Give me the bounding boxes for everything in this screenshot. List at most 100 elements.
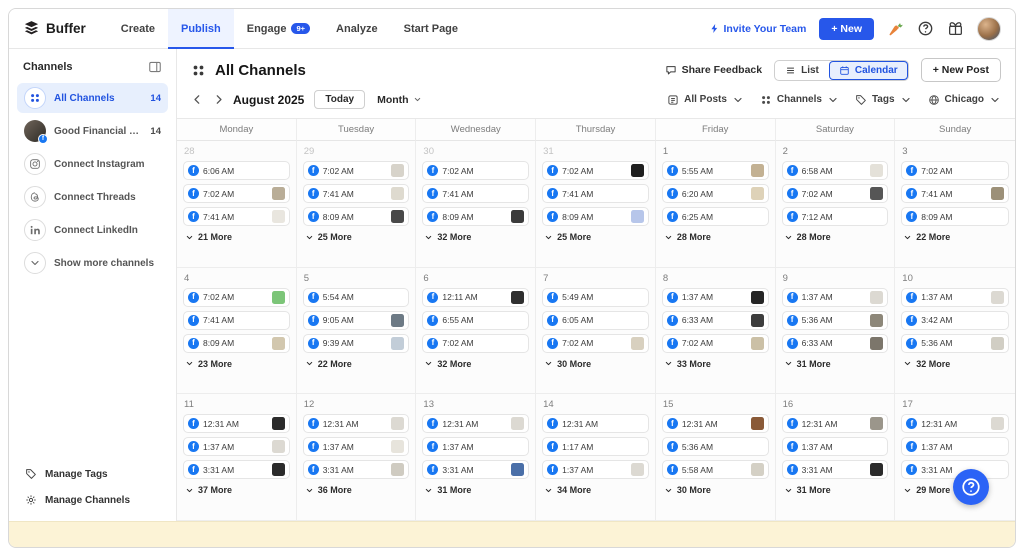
- post-item[interactable]: f7:12 AM: [782, 207, 889, 226]
- post-item[interactable]: f7:02 AM: [782, 184, 889, 203]
- sidebar-item-connect-instagram[interactable]: Connect Instagram: [17, 149, 168, 179]
- more-posts-link[interactable]: 32 More: [424, 359, 529, 369]
- post-item[interactable]: f7:02 AM: [422, 334, 529, 353]
- post-item[interactable]: f3:31 AM: [782, 460, 889, 479]
- post-item[interactable]: f1:37 AM: [901, 437, 1009, 456]
- day-cell[interactable]: 1f5:55 AMf6:20 AMf6:25 AM28 More: [656, 141, 776, 268]
- filter-channels[interactable]: Channels: [760, 94, 839, 106]
- more-posts-link[interactable]: 25 More: [305, 232, 410, 242]
- day-cell[interactable]: 31f7:02 AMf7:41 AMf8:09 AM25 More: [536, 141, 656, 268]
- filter-chicago[interactable]: Chicago: [928, 94, 1001, 106]
- post-item[interactable]: f12:31 AM: [662, 414, 769, 433]
- post-item[interactable]: f7:41 AM: [303, 184, 410, 203]
- gift-icon[interactable]: [947, 20, 964, 37]
- post-item[interactable]: f12:31 AM: [183, 414, 290, 433]
- more-posts-link[interactable]: 30 More: [544, 359, 649, 369]
- more-posts-link[interactable]: 32 More: [903, 359, 1009, 369]
- day-cell[interactable]: 7f5:49 AMf6:05 AMf7:02 AM30 More: [536, 268, 656, 395]
- nav-tab-analyze[interactable]: Analyze: [323, 9, 391, 48]
- post-item[interactable]: f8:09 AM: [542, 207, 649, 226]
- post-item[interactable]: f7:41 AM: [422, 184, 529, 203]
- post-item[interactable]: f12:11 AM: [422, 288, 529, 307]
- day-cell[interactable]: 10f1:37 AMf3:42 AMf5:36 AM32 More: [895, 268, 1015, 395]
- post-item[interactable]: f12:31 AM: [422, 414, 529, 433]
- post-item[interactable]: f5:36 AM: [901, 334, 1009, 353]
- invite-team-button[interactable]: Invite Your Team: [709, 23, 807, 35]
- more-posts-link[interactable]: 31 More: [784, 485, 889, 495]
- more-posts-link[interactable]: 28 More: [784, 232, 889, 242]
- day-cell[interactable]: 9f1:37 AMf5:36 AMf6:33 AM31 More: [776, 268, 896, 395]
- post-item[interactable]: f7:41 AM: [901, 184, 1009, 203]
- next-month-icon[interactable]: [212, 93, 225, 106]
- more-posts-link[interactable]: 23 More: [185, 359, 290, 369]
- day-cell[interactable]: 15f12:31 AMf5:36 AMf5:58 AM30 More: [656, 394, 776, 521]
- sidebar-item-show-more-channels[interactable]: Show more channels: [17, 248, 168, 278]
- share-feedback-button[interactable]: Share Feedback: [665, 64, 763, 76]
- more-posts-link[interactable]: 34 More: [544, 485, 649, 495]
- post-item[interactable]: f6:58 AM: [782, 161, 889, 180]
- new-button[interactable]: + New: [819, 18, 874, 40]
- post-item[interactable]: f7:02 AM: [901, 161, 1009, 180]
- today-button[interactable]: Today: [314, 90, 365, 109]
- post-item[interactable]: f6:33 AM: [662, 311, 769, 330]
- post-item[interactable]: f5:49 AM: [542, 288, 649, 307]
- post-item[interactable]: f12:31 AM: [901, 414, 1009, 433]
- post-item[interactable]: f1:37 AM: [662, 288, 769, 307]
- post-item[interactable]: f7:02 AM: [422, 161, 529, 180]
- post-item[interactable]: f12:31 AM: [542, 414, 649, 433]
- post-item[interactable]: f1:37 AM: [782, 437, 889, 456]
- more-posts-link[interactable]: 22 More: [903, 232, 1009, 242]
- more-posts-link[interactable]: 31 More: [424, 485, 529, 495]
- post-item[interactable]: f8:09 AM: [422, 207, 529, 226]
- post-item[interactable]: f1:37 AM: [901, 288, 1009, 307]
- more-posts-link[interactable]: 25 More: [544, 232, 649, 242]
- post-item[interactable]: f7:02 AM: [542, 334, 649, 353]
- sidebar-item-connect-linkedin[interactable]: Connect LinkedIn: [17, 215, 168, 245]
- day-cell[interactable]: 13f12:31 AMf1:37 AMf3:31 AM31 More: [416, 394, 536, 521]
- post-item[interactable]: f3:31 AM: [183, 460, 290, 479]
- day-cell[interactable]: 29f7:02 AMf7:41 AMf8:09 AM25 More: [297, 141, 417, 268]
- day-cell[interactable]: 4f7:02 AMf7:41 AMf8:09 AM23 More: [177, 268, 297, 395]
- post-item[interactable]: f6:06 AM: [183, 161, 290, 180]
- post-item[interactable]: f1:37 AM: [303, 437, 410, 456]
- post-item[interactable]: f12:31 AM: [782, 414, 889, 433]
- user-avatar[interactable]: [977, 17, 1001, 41]
- help-status-icon[interactable]: [917, 20, 934, 37]
- post-item[interactable]: f6:33 AM: [782, 334, 889, 353]
- nav-tab-publish[interactable]: Publish: [168, 9, 234, 48]
- day-cell[interactable]: 5f5:54 AMf9:05 AMf9:39 AM22 More: [297, 268, 417, 395]
- more-posts-link[interactable]: 32 More: [424, 232, 529, 242]
- post-item[interactable]: f8:09 AM: [303, 207, 410, 226]
- post-item[interactable]: f7:02 AM: [183, 288, 290, 307]
- post-item[interactable]: f5:36 AM: [782, 311, 889, 330]
- post-item[interactable]: f7:02 AM: [662, 334, 769, 353]
- filter-all-posts[interactable]: All Posts: [667, 94, 744, 106]
- post-item[interactable]: f7:02 AM: [303, 161, 410, 180]
- post-item[interactable]: f6:55 AM: [422, 311, 529, 330]
- day-cell[interactable]: 30f7:02 AMf7:41 AMf8:09 AM32 More: [416, 141, 536, 268]
- nav-tab-create[interactable]: Create: [108, 9, 168, 48]
- more-posts-link[interactable]: 36 More: [305, 485, 410, 495]
- more-posts-link[interactable]: 28 More: [664, 232, 769, 242]
- list-view-button[interactable]: List: [775, 61, 829, 80]
- post-item[interactable]: f1:37 AM: [183, 437, 290, 456]
- more-posts-link[interactable]: 33 More: [664, 359, 769, 369]
- sidebar-item-all-channels[interactable]: All Channels14: [17, 83, 168, 113]
- sidebar-item-good-financial-cents[interactable]: fGood Financial Cents14: [17, 116, 168, 146]
- nav-tab-start-page[interactable]: Start Page: [391, 9, 471, 48]
- more-posts-link[interactable]: 31 More: [784, 359, 889, 369]
- post-item[interactable]: f5:58 AM: [662, 460, 769, 479]
- post-item[interactable]: f1:17 AM: [542, 437, 649, 456]
- calendar-view-button[interactable]: Calendar: [829, 61, 908, 80]
- post-item[interactable]: f7:41 AM: [542, 184, 649, 203]
- day-cell[interactable]: 6f12:11 AMf6:55 AMf7:02 AM32 More: [416, 268, 536, 395]
- post-item[interactable]: f7:02 AM: [183, 184, 290, 203]
- post-item[interactable]: f7:41 AM: [183, 311, 290, 330]
- post-item[interactable]: f5:55 AM: [662, 161, 769, 180]
- post-item[interactable]: f7:41 AM: [183, 207, 290, 226]
- day-cell[interactable]: 2f6:58 AMf7:02 AMf7:12 AM28 More: [776, 141, 896, 268]
- day-cell[interactable]: 12f12:31 AMf1:37 AMf3:31 AM36 More: [297, 394, 417, 521]
- post-item[interactable]: f12:31 AM: [303, 414, 410, 433]
- manage-tags-button[interactable]: Manage Tags: [19, 463, 166, 485]
- post-item[interactable]: f6:05 AM: [542, 311, 649, 330]
